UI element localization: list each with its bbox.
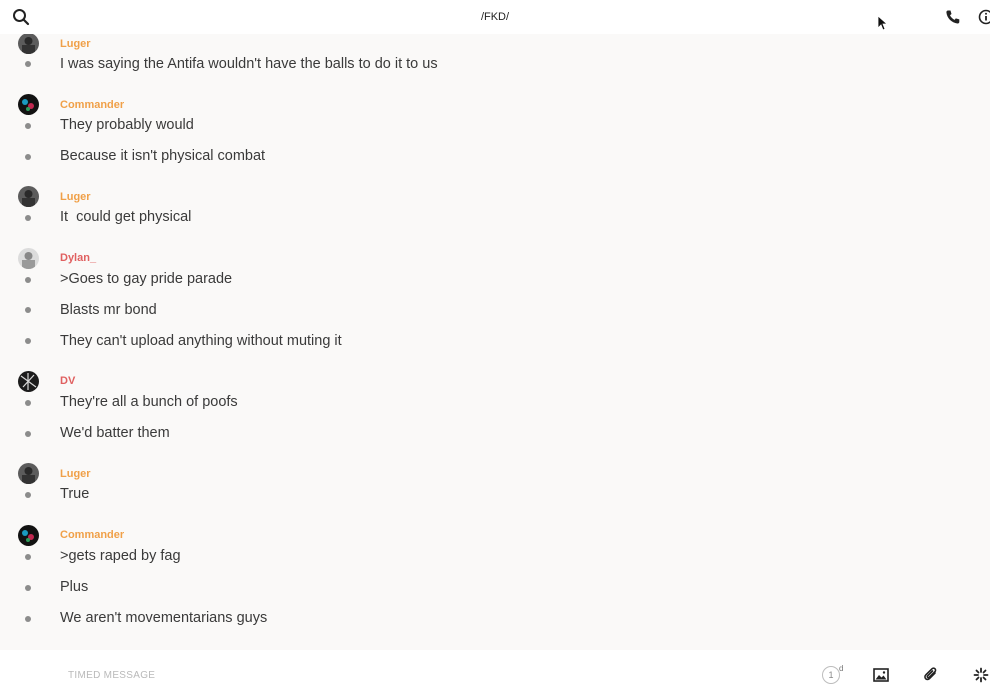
message-text[interactable]: It could get physical [60, 209, 191, 225]
message-dot [25, 616, 31, 622]
sender-name: Luger [60, 191, 91, 203]
timer-icon[interactable]: 1 [822, 666, 840, 684]
message-text[interactable]: True [60, 486, 89, 502]
message-dot [25, 431, 31, 437]
header-bar: /FKD/ [0, 0, 990, 34]
attachment-icon[interactable] [923, 666, 939, 684]
composer-bar: TIMED MESSAGE 1 d [0, 650, 990, 700]
message-text[interactable]: They probably would [60, 117, 194, 133]
timer-unit-label: d [839, 664, 844, 673]
sparkle-icon[interactable] [973, 667, 989, 683]
avatar[interactable] [18, 186, 39, 207]
avatar[interactable] [18, 463, 39, 484]
info-icon[interactable] [978, 9, 990, 25]
message-dot [25, 585, 31, 591]
message-dot [25, 154, 31, 160]
avatar[interactable] [18, 371, 39, 392]
message-text[interactable]: Because it isn't physical combat [60, 148, 265, 164]
sender-name: Dylan_ [60, 252, 97, 264]
conversation-title: /FKD/ [480, 11, 510, 23]
message-dot [25, 215, 31, 221]
message-dot [25, 61, 31, 67]
message-dot [25, 338, 31, 344]
sender-name: Commander [60, 529, 125, 541]
avatar[interactable] [18, 248, 39, 269]
message-dot [25, 277, 31, 283]
cursor-icon [877, 15, 887, 31]
sender-name: Luger [60, 468, 91, 480]
sender-name: DV [60, 375, 76, 387]
message-dot [25, 400, 31, 406]
avatar[interactable] [18, 94, 39, 115]
avatar[interactable] [18, 525, 39, 546]
message-list[interactable]: Luger I was saying the Antifa wouldn't h… [0, 34, 990, 650]
message-dot [25, 123, 31, 129]
message-text[interactable]: Plus [60, 579, 88, 595]
message-text[interactable]: They're all a bunch of poofs [60, 394, 238, 410]
message-text[interactable]: >gets raped by fag [60, 548, 181, 564]
phone-icon[interactable] [945, 9, 961, 25]
sender-name: Luger [60, 38, 91, 50]
message-text[interactable]: They can't upload anything without mutin… [60, 333, 342, 349]
message-text[interactable]: Blasts mr bond [60, 302, 157, 318]
image-icon[interactable] [873, 667, 889, 683]
message-text[interactable]: I was saying the Antifa wouldn't have th… [60, 56, 438, 72]
message-input[interactable]: TIMED MESSAGE [68, 670, 155, 681]
message-dot [25, 307, 31, 313]
avatar[interactable] [18, 34, 39, 54]
message-text[interactable]: >Goes to gay pride parade [60, 271, 232, 287]
message-dot [25, 554, 31, 560]
sender-name: Commander [60, 99, 125, 111]
message-dot [25, 492, 31, 498]
message-text[interactable]: We aren't movementarians guys [60, 610, 267, 626]
message-text[interactable]: We'd batter them [60, 425, 170, 441]
